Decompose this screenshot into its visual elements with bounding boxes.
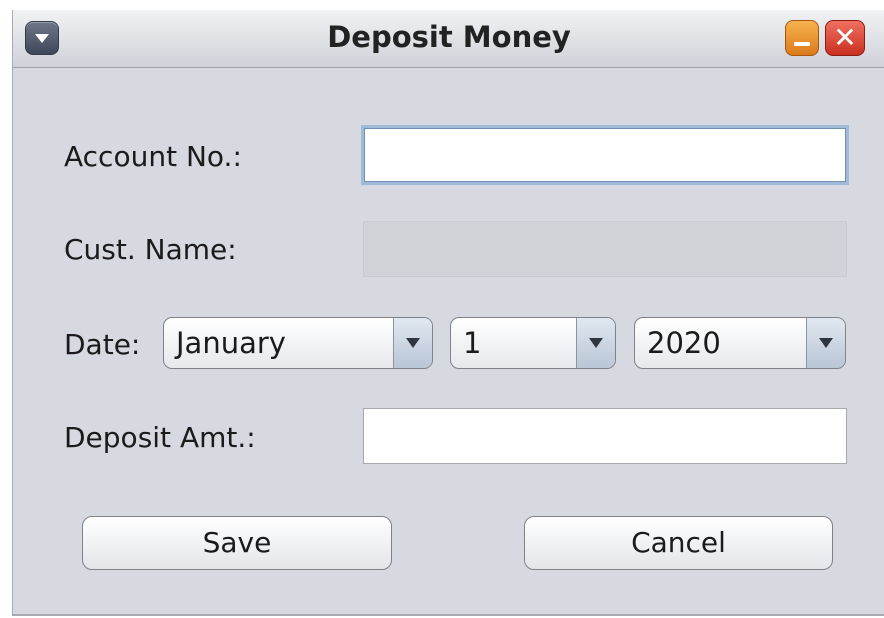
account-no-label: Account No.: bbox=[64, 140, 242, 173]
day-select[interactable]: 1 bbox=[450, 317, 616, 369]
chevron-down-icon bbox=[589, 338, 603, 348]
deposit-amount-label: Deposit Amt.: bbox=[64, 421, 256, 454]
deposit-amount-input[interactable] bbox=[363, 408, 847, 464]
day-select-arrow[interactable] bbox=[576, 318, 615, 368]
month-select-value: January bbox=[176, 326, 286, 360]
deposit-money-window: Deposit Money ✕ Account No.: Cust. Name:… bbox=[12, 10, 884, 616]
year-select[interactable]: 2020 bbox=[634, 317, 846, 369]
day-select-value: 1 bbox=[463, 326, 482, 360]
close-button[interactable]: ✕ bbox=[825, 20, 865, 56]
date-label: Date: bbox=[64, 328, 141, 361]
account-no-input[interactable] bbox=[361, 125, 849, 185]
year-select-arrow[interactable] bbox=[806, 318, 845, 368]
minimize-button[interactable] bbox=[785, 20, 819, 56]
title-bar[interactable]: Deposit Money ✕ bbox=[13, 10, 884, 68]
month-select[interactable]: January bbox=[163, 317, 433, 369]
close-icon: ✕ bbox=[833, 21, 857, 54]
year-select-value: 2020 bbox=[647, 326, 721, 360]
month-select-arrow[interactable] bbox=[393, 318, 432, 368]
cancel-button[interactable]: Cancel bbox=[524, 516, 833, 570]
save-button[interactable]: Save bbox=[82, 516, 392, 570]
customer-name-field bbox=[363, 221, 847, 277]
chevron-down-icon bbox=[819, 338, 833, 348]
minimize-icon bbox=[794, 42, 810, 46]
window-title: Deposit Money bbox=[327, 20, 571, 54]
customer-name-label: Cust. Name: bbox=[64, 233, 237, 266]
chevron-down-icon bbox=[406, 338, 420, 348]
